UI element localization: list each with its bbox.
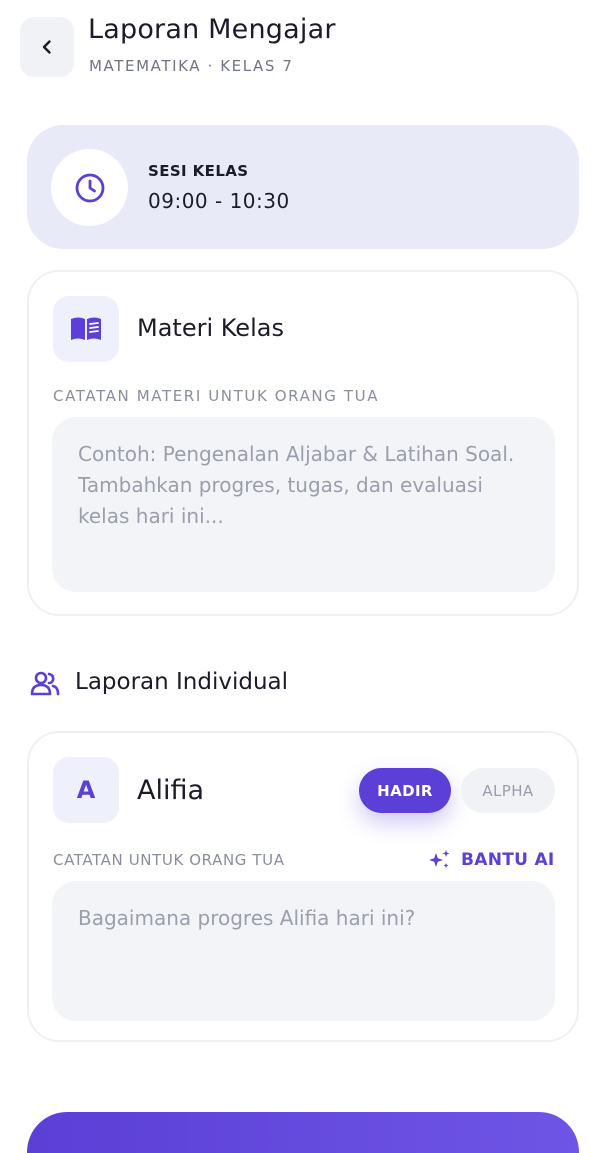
avatar: A — [53, 757, 119, 823]
materi-title: Materi Kelas — [137, 314, 284, 342]
materi-icon-tile — [53, 296, 119, 362]
session-time: 09:00 - 10:30 — [148, 189, 290, 213]
back-button[interactable] — [20, 17, 74, 77]
ai-assist-button[interactable]: BANTU AI — [427, 845, 555, 875]
submit-report-button[interactable] — [27, 1112, 579, 1153]
session-card: SESI KELAS 09:00 - 10:30 — [27, 125, 579, 249]
materi-field-label: CATATAN MATERI UNTUK ORANG TUA — [53, 387, 380, 405]
clock-icon — [75, 173, 104, 202]
users-icon — [30, 671, 60, 696]
student-notes-input[interactable]: Bagaimana progres Alifia hari ini? — [52, 881, 555, 1021]
sparkles-icon — [429, 850, 450, 868]
session-label: SESI KELAS — [148, 162, 249, 180]
page-subtitle: MATEMATIKA · KELAS 7 — [89, 57, 294, 75]
student-name: Alifia — [137, 775, 205, 806]
materi-notes-input[interactable]: Contoh: Pengenalan Aljabar & Latihan Soa… — [52, 417, 555, 592]
book-icon — [71, 317, 101, 340]
chevron-left-icon — [42, 40, 51, 54]
clock-badge — [51, 149, 128, 226]
ai-assist-label: BANTU AI — [461, 850, 555, 870]
student-card: A Alifia HADIR ALPHA CATATAN UNTUK ORANG… — [27, 731, 579, 1042]
page-title: Laporan Mengajar — [88, 14, 336, 45]
student-field-label: CATATAN UNTUK ORANG TUA — [53, 851, 285, 869]
teaching-report-screen: Laporan Mengajar MATEMATIKA · KELAS 7 SE… — [0, 0, 606, 1153]
status-alpha-button[interactable]: ALPHA — [461, 768, 555, 813]
section-title-individual: Laporan Individual — [75, 669, 289, 695]
status-hadir-button[interactable]: HADIR — [359, 768, 451, 813]
materi-card: Materi Kelas CATATAN MATERI UNTUK ORANG … — [27, 270, 579, 616]
